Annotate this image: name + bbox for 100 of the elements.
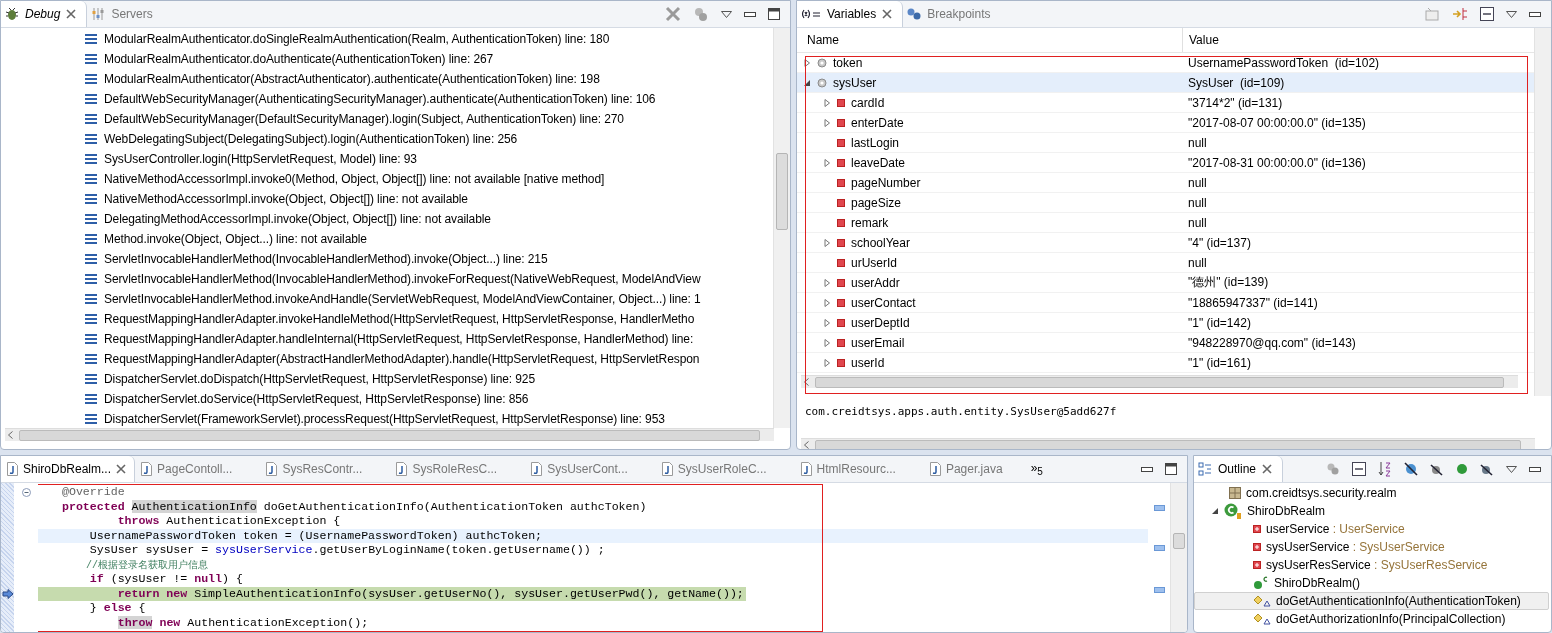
- outline-item[interactable]: ShiroDbRealm(): [1194, 574, 1549, 592]
- maximize-icon[interactable]: [1165, 463, 1177, 475]
- maximize-icon[interactable]: [768, 8, 780, 20]
- close-icon[interactable]: [882, 9, 893, 19]
- collapsed-triangle-icon[interactable]: [803, 58, 811, 67]
- stack-frame[interactable]: ServletInvocableHandlerMethod(InvocableHandlerMethod).invoke(Object...) line: 215: [1, 249, 773, 269]
- horizontal-scrollbar[interactable]: [801, 438, 1535, 449]
- editor-tab[interactable]: HtmlResourc...: [794, 456, 924, 482]
- field-icon: [837, 98, 845, 107]
- fold-icon[interactable]: [21, 487, 31, 497]
- collapse-all-icon[interactable]: [1480, 7, 1494, 21]
- editor-tab[interactable]: Pager.java: [923, 456, 1031, 482]
- stack-frame[interactable]: Method.invoke(Object, Object...) line: not available: [1, 229, 773, 249]
- stack-frame[interactable]: DispatcherServlet.doService(HttpServletRequest, HttpServletResponse) line: 856: [1, 389, 773, 409]
- sort-icon[interactable]: [1378, 461, 1392, 477]
- collapsed-triangle-icon[interactable]: [823, 98, 831, 107]
- collapsed-triangle-icon[interactable]: [823, 278, 831, 287]
- view-tab[interactable]: Outline: [1194, 456, 1284, 482]
- variable-row[interactable]: leaveDate "2017-08-31 00:00:00.0" (id=136): [797, 153, 1534, 173]
- stack-frame[interactable]: ModularRealmAuthenticator(AbstractAuthenticator).authenticate(AuthenticationToken) line: 198: [1, 69, 773, 89]
- minimize-icon[interactable]: [1141, 466, 1153, 472]
- variable-row[interactable]: userDeptId "1" (id=142): [797, 313, 1534, 333]
- vertical-scrollbar[interactable]: [1534, 28, 1551, 396]
- expanded-triangle-icon[interactable]: [803, 78, 811, 87]
- collapsed-triangle-icon[interactable]: [823, 298, 831, 307]
- stack-frame[interactable]: RequestMappingHandlerAdapter.invokeHandleMethod(HttpServletRequest, HttpServletResponse, HandlerMetho: [1, 309, 773, 329]
- vertical-scrollbar[interactable]: [1170, 483, 1187, 632]
- view-tab[interactable]: Debug: [1, 1, 88, 27]
- stack-frame[interactable]: ServletInvocableHandlerMethod.invokeAndHandle(ServletWebRequest, ModelAndViewContainer, Object...) line: 1: [1, 289, 773, 309]
- outline-item[interactable]: doGetAuthorizationInfo(PrincipalCollection): [1194, 610, 1549, 628]
- variable-row[interactable]: remark null: [797, 213, 1534, 233]
- variable-row[interactable]: schoolYear "4" (id=137): [797, 233, 1534, 253]
- stack-frame[interactable]: DispatcherServlet(FrameworkServlet).processRequest(HttpServletRequest, HttpServletResponse) line: 953: [1, 409, 773, 428]
- close-icon[interactable]: [116, 464, 127, 474]
- variable-row[interactable]: urUserId null: [797, 253, 1534, 273]
- minimize-icon[interactable]: [744, 11, 756, 17]
- minimize-icon[interactable]: [1529, 466, 1541, 472]
- horizontal-scrollbar[interactable]: [801, 375, 1518, 388]
- vertical-scrollbar[interactable]: [773, 28, 790, 428]
- view-tab[interactable]: Servers: [87, 1, 163, 27]
- view-menu-icon[interactable]: [1506, 465, 1517, 473]
- outline-item[interactable]: userService : UserService: [1194, 520, 1549, 538]
- view-menu-icon[interactable]: [1506, 10, 1517, 18]
- stack-frame[interactable]: RequestMappingHandlerAdapter(AbstractHandlerMethodAdapter).handle(HttpServletRequest, HttpServletRespon: [1, 349, 773, 369]
- outline-item[interactable]: ShiroDbRealm: [1194, 502, 1549, 520]
- variable-row[interactable]: sysUser SysUser (id=109): [797, 73, 1534, 93]
- close-icon[interactable]: [66, 9, 77, 19]
- expanded-triangle-icon[interactable]: [1211, 507, 1219, 515]
- editor-tab[interactable]: SysUserRoleC...: [655, 456, 795, 482]
- stack-frame[interactable]: NativeMethodAccessorImpl.invoke0(Method, Object, Object[]) line: not available [native method]: [1, 169, 773, 189]
- editor-tab[interactable]: SysUserCont...: [525, 456, 656, 482]
- variable-row[interactable]: pageNumber null: [797, 173, 1534, 193]
- variable-row[interactable]: pageSize null: [797, 193, 1534, 213]
- stack-frame[interactable]: ModularRealmAuthenticator.doSingleRealmAuthentication(Realm, AuthenticationToken) line: 180: [1, 29, 773, 49]
- local-variable-icon: [817, 77, 827, 88]
- stack-frame[interactable]: ServletInvocableHandlerMethod(InvocableHandlerMethod).invokeForRequest(NativeWebRequest, ModelAndView: [1, 269, 773, 289]
- minimize-icon[interactable]: [1529, 11, 1541, 17]
- horizontal-scrollbar[interactable]: [5, 428, 774, 441]
- collapse-all-icon[interactable]: [1352, 462, 1366, 476]
- outline-item[interactable]: sysUserResService : SysUserResService: [1194, 556, 1549, 574]
- editor-tab[interactable]: ShiroDbRealm...: [1, 456, 136, 482]
- close-icon[interactable]: [1262, 464, 1273, 474]
- view-tab[interactable]: Variables: [797, 1, 904, 27]
- stack-frame[interactable]: DelegatingMethodAccessorImpl.invoke(Object, Object[]) line: not available: [1, 209, 773, 229]
- view-menu-icon[interactable]: [721, 10, 732, 18]
- stack-frame-icon: [85, 314, 97, 324]
- stack-frame[interactable]: ModularRealmAuthenticator.doAuthenticate(AuthenticationToken) line: 267: [1, 49, 773, 69]
- editor-tab[interactable]: SysResContr...: [260, 456, 391, 482]
- variable-row[interactable]: userId "1" (id=161): [797, 353, 1534, 373]
- collapsed-triangle-icon[interactable]: [823, 338, 831, 347]
- circle-icon[interactable]: [1456, 463, 1468, 475]
- variable-row[interactable]: cardId "3714*2" (id=131): [797, 93, 1534, 113]
- stack-frame[interactable]: RequestMappingHandlerAdapter.handleInternal(HttpServletRequest, HttpServletResponse, HandlerMethod) line:: [1, 329, 773, 349]
- collapsed-triangle-icon[interactable]: [823, 318, 831, 327]
- stack-frame[interactable]: DispatcherServlet.doDispatch(HttpServletRequest, HttpServletResponse) line: 925: [1, 369, 773, 389]
- variable-row[interactable]: userEmail "948228970@qq.com" (id=143): [797, 333, 1534, 353]
- collapsed-triangle-icon[interactable]: [823, 358, 831, 367]
- collapsed-triangle-icon[interactable]: [823, 118, 831, 127]
- stack-frame[interactable]: NativeMethodAccessorImpl.invoke(Object, Object[]) line: not available: [1, 189, 773, 209]
- stack-frame[interactable]: WebDelegatingSubject(DelegatingSubject).login(AuthenticationToken) line: 256: [1, 129, 773, 149]
- variable-row[interactable]: enterDate "2017-08-07 00:00:00.0" (id=135): [797, 113, 1534, 133]
- view-tab[interactable]: Breakpoints: [903, 1, 1001, 27]
- outline-item[interactable]: com.creidtsys.security.realm: [1194, 484, 1549, 502]
- stack-frame[interactable]: DefaultWebSecurityManager(AuthenticatingSecurityManager).authenticate(AuthenticationToken) line: 106: [1, 89, 773, 109]
- local-variable-icon: [817, 57, 827, 68]
- editor-tab[interactable]: SysRoleResC...: [390, 456, 526, 482]
- stack-frame[interactable]: SysUserController.login(HttpServletRequest, Model) line: 93: [1, 149, 773, 169]
- variable-row[interactable]: userContact "18865947337" (id=141): [797, 293, 1534, 313]
- collapsed-triangle-icon[interactable]: [823, 158, 831, 167]
- outline-item[interactable]: doGetAuthenticationInfo(AuthenticationToken): [1194, 592, 1549, 610]
- more-tabs-button[interactable]: »$_{5}$: [1030, 460, 1043, 478]
- variable-row[interactable]: lastLogin null: [797, 133, 1534, 153]
- collapsed-triangle-icon[interactable]: [823, 238, 831, 247]
- outline-item[interactable]: sysUserService : SysUserService: [1194, 538, 1549, 556]
- stack-frame-icon: [85, 254, 97, 264]
- field-icon: [837, 358, 845, 367]
- column-header[interactable]: Name: [797, 28, 1182, 52]
- editor-tab[interactable]: PageContoll...: [135, 456, 261, 482]
- stack-frame[interactable]: DefaultWebSecurityManager(DefaultSecurityManager).login(Subject, AuthenticationToken) line: 270: [1, 109, 773, 129]
- variable-row[interactable]: userAddr "德州" (id=139): [797, 273, 1534, 293]
